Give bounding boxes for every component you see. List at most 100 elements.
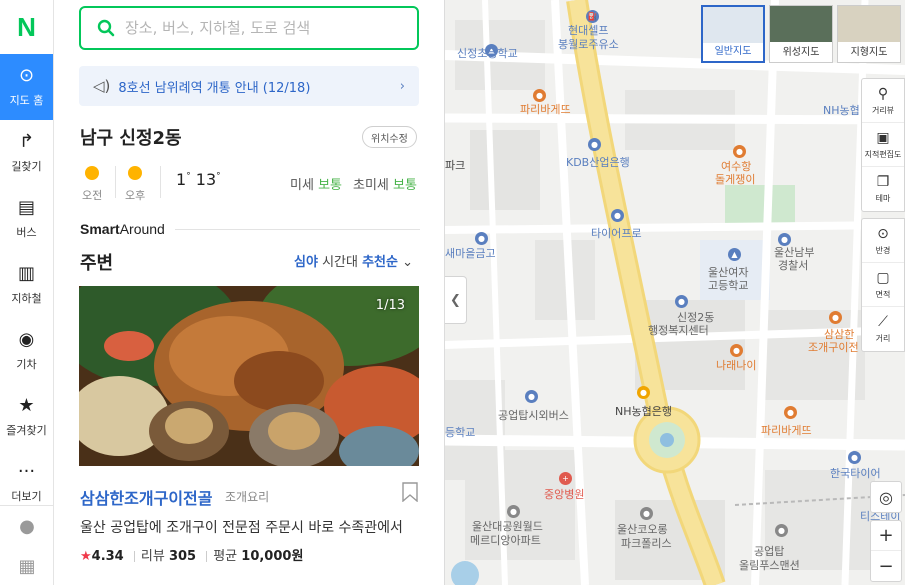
- search-input[interactable]: [125, 19, 395, 37]
- degree-sign: °: [186, 171, 191, 182]
- place-photo[interactable]: 1/13: [79, 286, 419, 466]
- bus-icon: ▤: [17, 197, 35, 218]
- map-tool-button[interactable]: ⟋ 거리: [862, 307, 904, 351]
- cadastral-icon: ▣: [876, 129, 890, 146]
- map-label: 삼삼한: [824, 328, 855, 341]
- filter-time[interactable]: 심야: [294, 255, 318, 270]
- nav-item[interactable]: ▥ 지하철: [0, 252, 53, 318]
- search-box[interactable]: [79, 6, 419, 50]
- nav-item-label: 버스: [16, 226, 37, 239]
- map-label: 신정초등학교: [457, 47, 518, 60]
- weather-row: 오전 오후 1° 13° 미세 보통 초미세 보통: [80, 162, 420, 202]
- nav-item-label: 즐겨찾기: [6, 424, 47, 437]
- brand-rest: Around: [119, 221, 165, 237]
- layer-normal[interactable]: 일반지도: [701, 5, 765, 63]
- map-tool-button[interactable]: ▢ 면적: [862, 263, 904, 307]
- food-image: [79, 286, 419, 466]
- map-label: 신정2동: [677, 311, 715, 324]
- map-tool-label: 반경: [875, 245, 891, 255]
- map-label: 울산코오롱: [617, 523, 668, 536]
- map-label: 현대셀프: [568, 24, 609, 37]
- bank-icon: ●: [588, 138, 601, 151]
- restaurant-icon: ●: [733, 145, 746, 158]
- zoom-control: + −: [870, 520, 902, 582]
- edit-location-button[interactable]: 위치수정: [362, 126, 417, 148]
- filter-sort[interactable]: 추천순: [362, 255, 398, 270]
- price-label: 평균: [213, 549, 238, 564]
- directions-icon: ↱: [18, 131, 35, 152]
- map-tool-button[interactable]: ▣ 지적편집도: [862, 123, 904, 167]
- map-label: NH농협: [823, 104, 860, 117]
- map-tool-label: 거리뷰: [871, 105, 895, 115]
- layer-thumb: [770, 6, 832, 42]
- bookmark-icon[interactable]: [402, 482, 418, 502]
- map-tool-button[interactable]: ⚲ 거리뷰: [862, 79, 904, 123]
- nav-item-label: 더보기: [11, 490, 42, 503]
- am-label: 오전: [82, 189, 103, 202]
- zoom-in-button[interactable]: +: [871, 521, 901, 551]
- area-icon: ▢: [876, 269, 890, 286]
- fine-dust-value: 보통: [318, 178, 342, 193]
- left-nav: N ⊙ 지도 홈 ↱ 길찾기 ▤ 버스 ▥ 지하철 ◉ 기차 ★ 즐겨찾기 ··· 더보기 ● ▦: [0, 0, 54, 585]
- map-label: 돌게쟁이: [715, 173, 756, 186]
- map-label: 울산여자: [708, 266, 749, 279]
- temp-high: 13: [195, 170, 217, 189]
- nav-item[interactable]: ★ 즐겨찾기: [0, 384, 53, 450]
- around-title: 주변: [80, 253, 114, 274]
- location-title: 남구 신정2동: [80, 128, 182, 149]
- sun-icon: [128, 166, 142, 180]
- divider: [174, 228, 420, 230]
- map-tool-label: 테마: [875, 194, 891, 203]
- place-category: 조개요리: [225, 490, 270, 504]
- map-label: 새마을금고: [445, 247, 496, 260]
- side-panel: ◁) 8호선 남위례역 개통 안내 (12/18) › 남구 신정2동 위치수정…: [54, 0, 445, 585]
- nav-item[interactable]: ↱ 길찾기: [0, 120, 53, 186]
- divider: [133, 551, 135, 562]
- pm-label: 오후: [125, 189, 146, 202]
- map-canvas[interactable]: ▲ 신정초등학교 ⛽ 현대셀프 봉월로주유소 ● 파리바게뜨 NH농협 파크 ●…: [445, 0, 905, 585]
- my-location-button[interactable]: ◎: [870, 481, 902, 513]
- price-value: 10,000원: [241, 549, 304, 564]
- bakery-icon: ●: [784, 406, 797, 419]
- map-label: 올림푸스맨션: [739, 559, 800, 572]
- map-label: 행정복지센터: [648, 324, 709, 337]
- speaker-icon: ◁): [93, 77, 111, 95]
- ultra-fine-dust: 초미세 보통: [353, 174, 417, 193]
- layer-satellite[interactable]: 위성지도: [769, 5, 833, 63]
- nav-item[interactable]: ▤ 버스: [0, 186, 53, 252]
- profile-icon[interactable]: ●: [0, 506, 54, 546]
- map-label: 한국타이어: [830, 467, 881, 480]
- map-label: 파리바게뜨: [761, 424, 812, 437]
- police-icon: ●: [778, 233, 791, 246]
- hospital-icon: +: [559, 472, 572, 485]
- gas-station-icon: ⛽: [586, 10, 599, 23]
- place-name-link[interactable]: 삼삼한조개구이전골: [80, 485, 212, 509]
- layer-thumb: [838, 6, 900, 42]
- around-filter[interactable]: 심야 시간대 추천순 ⌄: [294, 251, 413, 270]
- nav-item[interactable]: ◉ 기차: [0, 318, 53, 384]
- bank-icon: ●: [475, 232, 488, 245]
- bus-terminal-icon: ●: [525, 390, 538, 403]
- photo-count: 1/13: [375, 298, 405, 313]
- chevron-right-icon: ›: [399, 78, 405, 94]
- filter-mid: 시간대: [322, 255, 358, 270]
- divider: [115, 166, 116, 198]
- map-tool-button[interactable]: ⊙ 반경: [862, 219, 904, 263]
- layer-thumb: [703, 7, 763, 43]
- grid-icon[interactable]: ▦: [0, 546, 54, 585]
- map-tools-measure: ⊙ 반경 ▢ 면적 ⟋ 거리: [861, 218, 905, 352]
- radius-icon: ⊙: [877, 225, 889, 242]
- nav-item[interactable]: ⊙ 지도 홈: [0, 54, 53, 120]
- apartment-icon: ●: [640, 507, 653, 520]
- map-label: 나래나이: [716, 359, 757, 372]
- place-stats: ★4.34 리뷰 305 평균 10,000원: [80, 545, 303, 564]
- zoom-out-button[interactable]: −: [871, 551, 901, 581]
- map-background: [445, 0, 905, 585]
- naver-logo[interactable]: N: [0, 0, 53, 54]
- map-label: 울산남부: [774, 246, 815, 259]
- divider: [206, 551, 208, 562]
- collapse-panel-button[interactable]: ❮: [445, 276, 467, 324]
- notice-banner[interactable]: ◁) 8호선 남위례역 개통 안내 (12/18) ›: [79, 66, 419, 106]
- map-tool-button[interactable]: ❐ 테마: [862, 167, 904, 211]
- layer-terrain[interactable]: 지형지도: [837, 5, 901, 63]
